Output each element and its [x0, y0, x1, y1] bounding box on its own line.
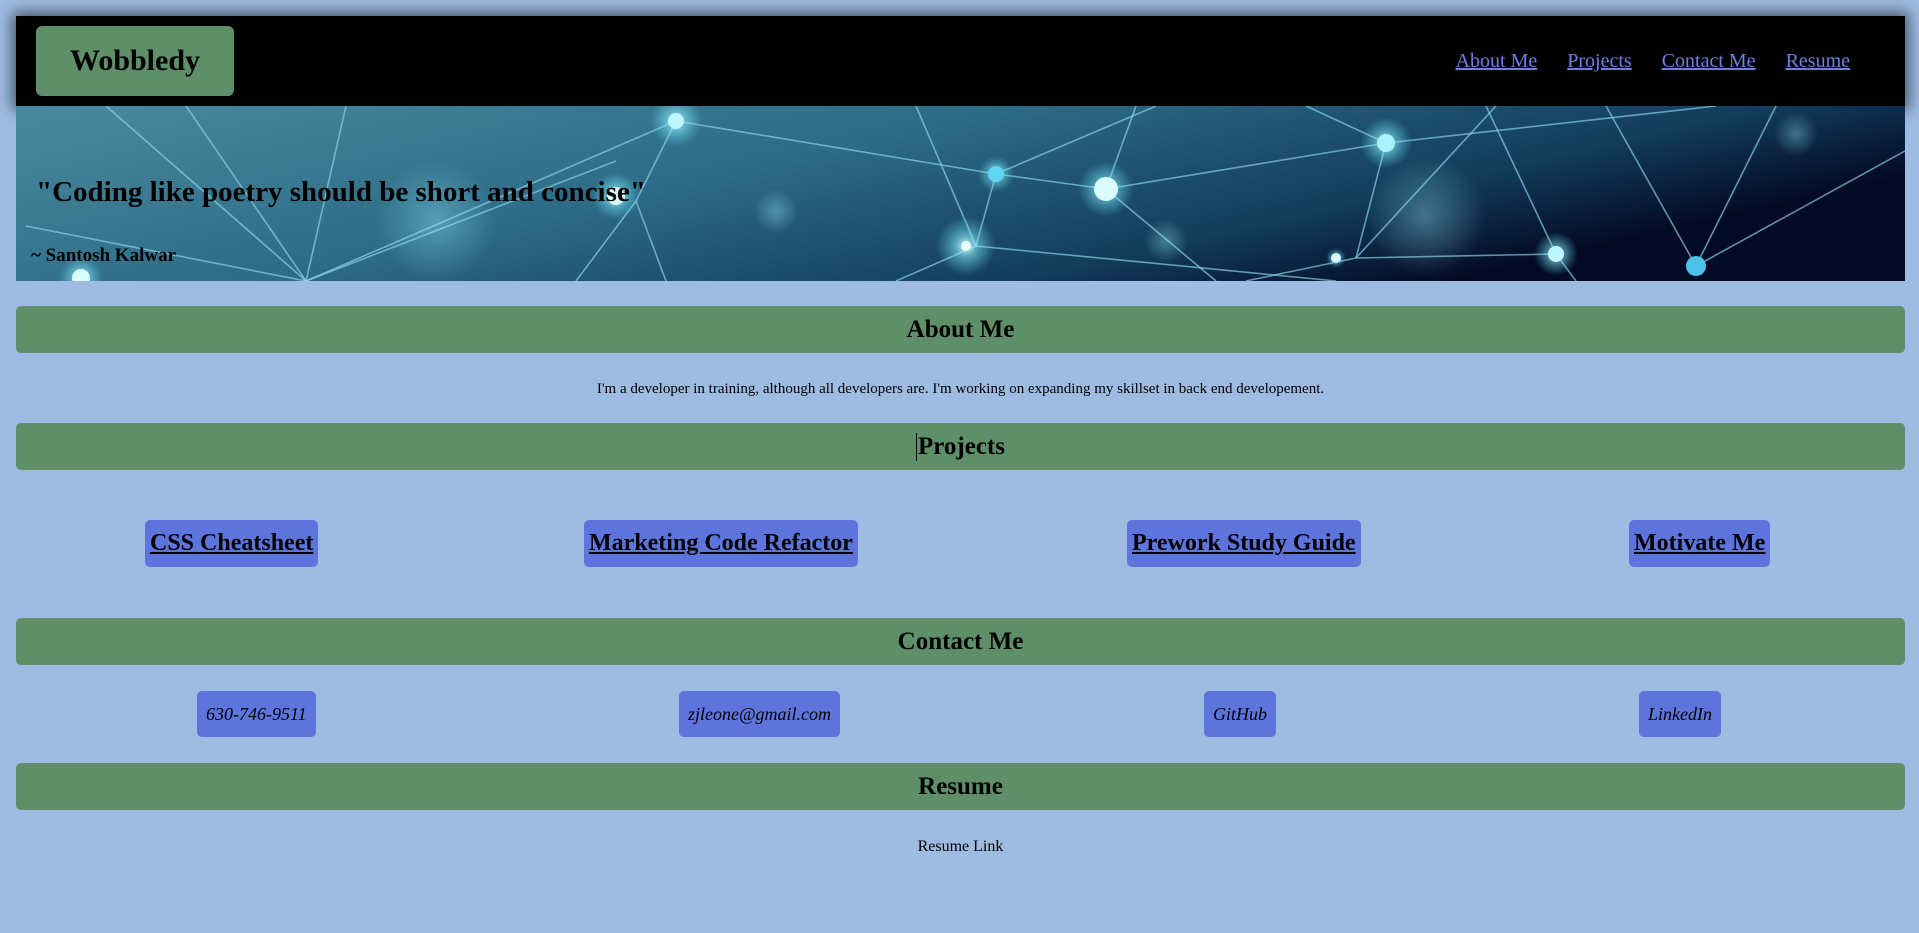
hero-banner: "Coding like poetry should be short and … [16, 106, 1905, 281]
site-header: Wobbledy About Me Projects Contact Me Re… [16, 16, 1905, 106]
text-caret [916, 432, 917, 461]
project-link-motivate-me[interactable]: Motivate Me [1629, 520, 1771, 567]
nav-link-projects[interactable]: Projects [1567, 50, 1631, 73]
site-logo[interactable]: Wobbledy [36, 26, 234, 96]
project-link-marketing-code-refactor[interactable]: Marketing Code Refactor [584, 520, 858, 567]
contact-email[interactable]: zjleone@gmail.com [679, 691, 841, 737]
page: Wobbledy About Me Projects Contact Me Re… [16, 16, 1905, 856]
contact-phone[interactable]: 630-746-9511 [197, 691, 316, 737]
contact-list: 630-746-9511 zjleone@gmail.com GitHub Li… [16, 665, 1905, 763]
projects-heading-label: Projects [918, 432, 1005, 460]
project-link-prework-study-guide[interactable]: Prework Study Guide [1127, 520, 1361, 567]
contact-linkedin-link[interactable]: LinkedIn [1639, 691, 1721, 737]
contact-heading: Contact Me [16, 618, 1905, 665]
projects-heading: Projects [16, 423, 1905, 470]
resume-heading: Resume [16, 763, 1905, 810]
main-nav: About Me Projects Contact Me Resume [1456, 50, 1850, 73]
nav-link-about[interactable]: About Me [1456, 50, 1538, 73]
nav-link-resume[interactable]: Resume [1786, 50, 1850, 73]
about-heading: About Me [16, 306, 1905, 353]
nav-link-contact[interactable]: Contact Me [1662, 50, 1756, 73]
about-text: I'm a developer in training, although al… [596, 381, 1325, 397]
resume-link[interactable]: Resume Link [16, 838, 1905, 856]
contact-github-link[interactable]: GitHub [1204, 691, 1276, 737]
hero-quote: "Coding like poetry should be short and … [36, 176, 646, 208]
project-link-css-cheatsheet[interactable]: CSS Cheatsheet [145, 520, 319, 567]
projects-list: CSS Cheatsheet Marketing Code Refactor P… [16, 470, 1905, 618]
hero-quote-author: ~ Santosh Kalwar [31, 245, 177, 266]
